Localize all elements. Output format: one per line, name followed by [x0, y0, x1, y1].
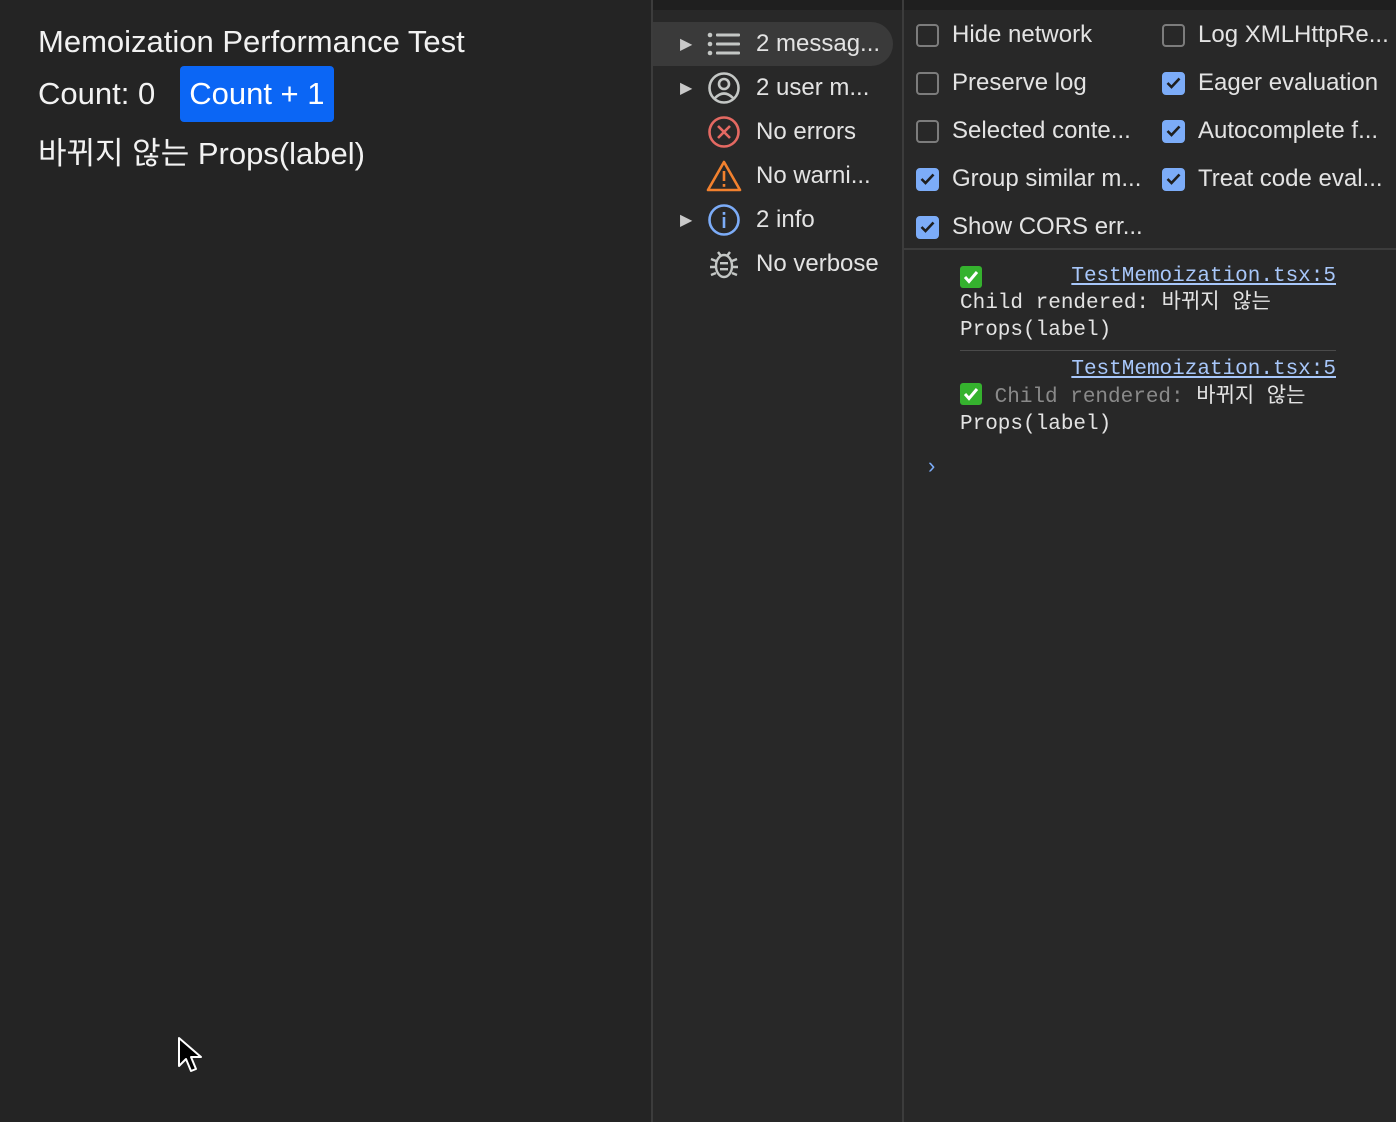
checkbox[interactable] — [1162, 119, 1185, 143]
console-output: TestMemoization.tsx:5 Child rendered: 바뀌… — [904, 250, 1396, 1122]
count-increment-button[interactable]: Count + 1 — [180, 66, 334, 122]
console-message: TestMemoization.tsx:5 Child rendered: 바뀌… — [960, 356, 1336, 438]
checkbox[interactable] — [1162, 167, 1185, 191]
setting-label: Log XMLHttpRe... — [1198, 21, 1389, 48]
setting-log-xmlhttprequests[interactable]: Log XMLHttpRe... — [1162, 20, 1389, 50]
message-text: 바뀌지 않는 — [1161, 292, 1271, 315]
error-icon — [706, 114, 742, 150]
console-settings-panel: Hide network Log XMLHttpRe... Preserve l… — [904, 0, 1396, 250]
sidebar-item-label: 2 info — [756, 206, 815, 233]
child-label: 바뀌지 않는 Props(label) — [38, 136, 365, 171]
expand-caret-icon[interactable]: ▶ — [680, 78, 694, 98]
sidebar-item-label: No verbose — [756, 250, 879, 277]
checkbox[interactable] — [916, 215, 939, 239]
message-prefix: Child rendered: — [994, 386, 1184, 409]
warning-icon — [706, 158, 742, 194]
setting-label: Eager evaluation — [1198, 69, 1379, 96]
expand-caret-icon[interactable]: ▶ — [680, 34, 694, 54]
count-display: Count: 0 — [38, 76, 156, 111]
sidebar-item-verbose[interactable]: ▶ No verbose — [653, 242, 893, 286]
bug-icon — [706, 246, 742, 282]
list-icon — [706, 26, 742, 62]
sidebar-item-user-messages[interactable]: ▶ 2 user m... — [653, 66, 893, 110]
setting-autocomplete[interactable]: Autocomplete f... — [1162, 116, 1378, 146]
sidebar-item-warnings[interactable]: ▶ No warni... — [653, 154, 893, 198]
user-icon — [706, 70, 742, 106]
message-text-continued: Props(label) — [960, 413, 1112, 436]
console-sidebar: ▶ 2 messag... ▶ 2 user m... ▶ No errors … — [653, 0, 902, 1122]
sidebar-item-info[interactable]: ▶ 2 info — [653, 198, 893, 242]
setting-label: Autocomplete f... — [1198, 117, 1379, 144]
sidebar-item-label: No errors — [756, 118, 857, 145]
check-mark-icon — [960, 383, 982, 405]
checkbox[interactable] — [916, 119, 939, 143]
checkbox[interactable] — [1162, 71, 1185, 95]
setting-preserve-log[interactable]: Preserve log — [916, 68, 1087, 98]
setting-label: Hide network — [952, 21, 1093, 48]
checkbox[interactable] — [916, 71, 939, 95]
setting-hide-network[interactable]: Hide network — [916, 20, 1092, 50]
source-link[interactable]: TestMemoization.tsx:5 — [1071, 265, 1336, 288]
console-message: TestMemoization.tsx:5 Child rendered: 바뀌… — [960, 263, 1336, 344]
message-prefix: Child rendered: — [960, 292, 1150, 315]
sidebar-item-errors[interactable]: ▶ No errors — [653, 110, 893, 154]
checkbox[interactable] — [916, 167, 939, 191]
info-icon — [706, 202, 742, 238]
source-link[interactable]: TestMemoization.tsx:5 — [1071, 358, 1336, 381]
setting-label: Group similar m... — [952, 165, 1142, 192]
sidebar-item-messages[interactable]: ▶ 2 messag... — [653, 22, 893, 66]
sidebar-item-label: 2 user m... — [756, 74, 870, 101]
setting-group-similar[interactable]: Group similar m... — [916, 164, 1141, 194]
console-prompt-icon[interactable]: › — [928, 453, 935, 479]
expand-caret-icon[interactable]: ▶ — [680, 210, 694, 230]
setting-show-cors-errors[interactable]: Show CORS err... — [916, 212, 1143, 242]
count-row: Count: 0 Count + 1 — [38, 66, 334, 122]
setting-label: Preserve log — [952, 69, 1087, 96]
setting-eager-evaluation[interactable]: Eager evaluation — [1162, 68, 1378, 98]
mouse-cursor-icon — [178, 1037, 202, 1072]
page-title: Memoization Performance Test — [38, 24, 465, 59]
message-text: 바뀌지 않는 — [1196, 386, 1306, 409]
setting-label: Selected conte... — [952, 117, 1131, 144]
setting-treat-code-eval[interactable]: Treat code eval... — [1162, 164, 1383, 194]
checkbox[interactable] — [1162, 23, 1185, 47]
message-text-continued: Props(label) — [960, 319, 1112, 342]
setting-selected-context[interactable]: Selected conte... — [916, 116, 1131, 146]
setting-label: Show CORS err... — [952, 213, 1143, 240]
sidebar-item-label: No warni... — [756, 162, 871, 189]
message-divider — [960, 350, 1336, 351]
sidebar-item-label: 2 messag... — [756, 30, 881, 57]
checkbox[interactable] — [916, 23, 939, 47]
check-mark-icon — [960, 266, 982, 288]
app-pane: Memoization Performance Test Count: 0 Co… — [0, 0, 651, 1122]
setting-label: Treat code eval... — [1198, 165, 1383, 192]
